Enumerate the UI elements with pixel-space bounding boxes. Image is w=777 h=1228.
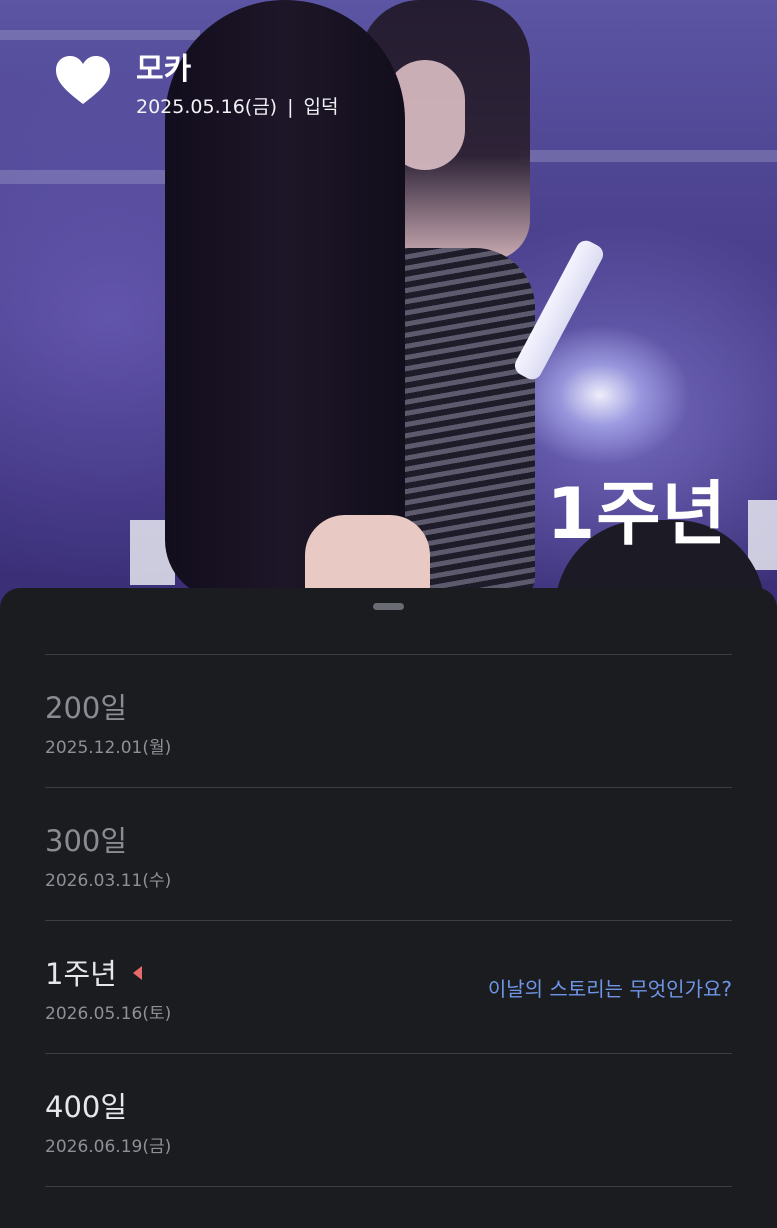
milestone-label: 400일: [45, 1090, 128, 1124]
stage-sign: [748, 500, 777, 570]
milestone-sheet: 200일 2025.12.01(월) 300일 2026.03.11(수) 1주…: [0, 588, 777, 1228]
person-hair: [165, 0, 405, 600]
milestone-label: 300일: [45, 824, 128, 858]
stage-truss: [0, 30, 200, 40]
milestone-row-300[interactable]: 300일 2026.03.11(수): [0, 788, 777, 921]
milestone-row-400[interactable]: 400일 2026.06.19(금): [0, 1054, 777, 1187]
milestone-row-200[interactable]: 200일 2025.12.01(월): [0, 655, 777, 788]
divider: [45, 1186, 732, 1187]
milestone-label: 1주년: [45, 957, 117, 991]
stage-truss: [0, 170, 190, 184]
milestone-date: 2025.12.01(월): [45, 738, 172, 758]
stage-truss: [520, 150, 777, 162]
write-story-link[interactable]: 이날의 스토리는 무엇인가요?: [488, 973, 732, 1002]
milestone-label: 200일: [45, 691, 128, 725]
milestone-date: 2026.05.16(토): [45, 1004, 172, 1024]
current-marker-icon: [132, 966, 142, 980]
milestone-date: 2026.03.11(수): [45, 871, 172, 891]
milestone-date: 2026.06.19(금): [45, 1137, 172, 1157]
start-date: 2025.05.16(금): [136, 96, 278, 118]
milestone-row-1st-anniversary[interactable]: 1주년 2026.05.16(토) 이날의 스토리는 무엇인가요?: [0, 921, 777, 1054]
milestone-badge: 1주년: [546, 473, 727, 555]
milestone-label-wrap: 1주년: [45, 951, 142, 993]
sheet-drag-handle[interactable]: [373, 603, 404, 610]
separator: |: [287, 96, 294, 118]
profile-name: 모카: [136, 52, 192, 87]
heart-icon[interactable]: [54, 54, 112, 106]
profile-subtitle: 2025.05.16(금) | 입덕: [136, 92, 338, 119]
start-tag: 입덕: [303, 96, 339, 118]
